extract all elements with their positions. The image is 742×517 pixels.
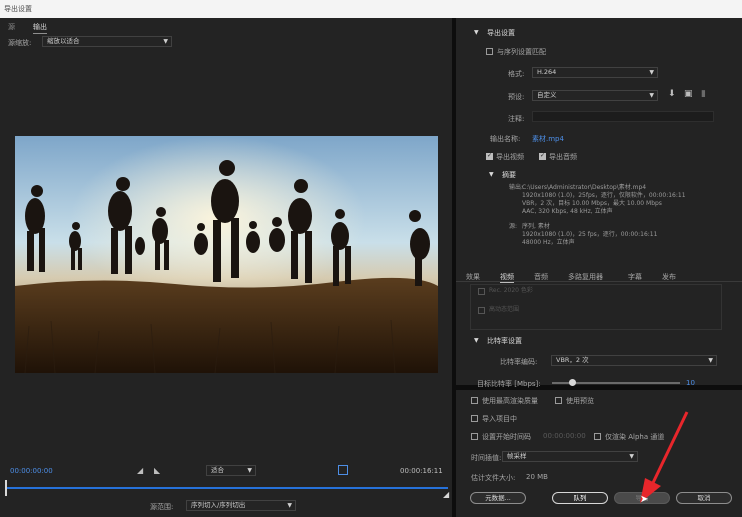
export-audio-label: 导出音频 [549,153,577,161]
collapse-icon[interactable]: ▼ [474,337,479,344]
max-render-quality-label: 使用最高渲染质量 [482,397,538,405]
chevron-down-icon: ▼ [287,502,292,509]
use-previews-label: 使用预览 [566,397,594,405]
video-preview [15,136,438,373]
hdr-checkbox [478,307,485,314]
output-name-label: 输出名称: [490,135,521,143]
duration-timecode: 00:00:16:11 [400,467,443,475]
bitrate-title: 比特率设置 [487,337,522,345]
summary-output-line: AAC, 320 Kbps, 48 kHz, 立体声 [522,208,613,215]
match-sequence-label: 与序列设置匹配 [497,48,546,56]
tab-publish[interactable]: 发布 [662,272,676,282]
chevron-down-icon: ▼ [649,69,654,76]
target-bitrate-value[interactable]: 10 [686,379,695,387]
summary-title: 摘要 [502,171,516,179]
playhead[interactable] [5,480,11,496]
fit-dropdown[interactable]: 适合 ▼ [206,465,256,476]
target-bitrate-label: 目标比特率 [Mbps]: [477,380,541,388]
current-timecode[interactable]: 00:00:00:00 [10,467,53,475]
comments-label: 注释: [508,115,525,123]
preset-dropdown[interactable]: 自定义 ▼ [532,90,658,101]
tab-captions[interactable]: 字幕 [628,272,642,282]
source-scaling-label: 源缩放: [8,39,32,47]
aspect-ratio-icon[interactable] [338,465,348,475]
source-range-dropdown[interactable]: 序列切入/序列切出 ▼ [186,500,296,511]
time-interpolation-label: 时间插值: [471,454,502,462]
tab-effects[interactable]: 效果 [466,272,480,282]
set-start-timecode-checkbox[interactable] [471,433,478,440]
estimated-size-value: 20 MB [526,473,548,481]
tab-multiplexer[interactable]: 多路复用器 [568,272,603,282]
render-alpha-only-label: 仅渲染 Alpha 通道 [605,433,665,441]
export-video-checkbox[interactable] [486,152,493,160]
preset-label: 预设: [508,93,525,101]
set-in-point-icon[interactable]: ◢ [137,466,143,475]
match-sequence-checkbox[interactable] [486,48,493,55]
window-title: 导出设置 [4,5,32,13]
chevron-down-icon: ▼ [708,357,713,364]
import-into-project-label: 导入项目中 [482,415,517,423]
comments-input[interactable] [532,111,714,122]
chevron-down-icon: ▼ [629,453,634,460]
chevron-down-icon: ▼ [163,38,168,45]
format-value: H.264 [537,68,557,76]
queue-button[interactable]: 队列 [552,492,608,504]
timeline-bar[interactable] [7,487,448,489]
start-timecode-value[interactable]: 00:00:00:00 [543,432,586,440]
window-titlebar: 导出设置 [0,0,742,18]
summary-source-line: 序列, 素材 [522,223,550,230]
export-audio-checkbox[interactable] [539,152,546,160]
chevron-down-icon: ▼ [247,467,252,474]
estimated-size-label: 估计文件大小: [471,474,516,482]
mouse-cursor-icon: ➤ [640,494,649,505]
format-label: 格式: [508,70,525,78]
summary-source-line: 48000 Hz，立体声 [522,239,575,246]
cancel-button[interactable]: 取消 [676,492,732,504]
preset-value: 自定义 [537,91,557,99]
tab-source[interactable]: 源 [8,22,15,32]
delete-preset-icon[interactable]: ▮ [701,89,706,99]
bitrate-encoding-dropdown[interactable]: VBR，2 次 ▼ [551,355,717,366]
max-render-quality-checkbox[interactable] [471,397,478,404]
hdr-label: 高动态范围 [489,306,520,313]
fit-value: 适合 [211,466,224,474]
summary-output-line: VBR，2 次，目标 10.00 Mbps，最大 10.00 Mbps [522,200,662,207]
set-start-timecode-label: 设置开始时间码 [482,433,531,441]
source-scaling-dropdown[interactable]: 缩放以适合 ▼ [42,36,172,47]
summary-source-line: 1920x1080 (1.0)，25 fps，逐行，00:00:16:11 [522,231,658,238]
bitrate-encoding-label: 比特率编码: [500,358,538,366]
use-previews-checkbox[interactable] [555,397,562,404]
bitrate-encoding-value: VBR，2 次 [556,356,589,364]
collapse-icon[interactable]: ▼ [474,29,479,36]
time-interpolation-value: 帧采样 [507,452,527,460]
summary-output-line: C:\Users\Administrator\Desktop\素材.mp4 [522,184,647,191]
source-range-value: 序列切入/序列切出 [191,501,246,509]
tab-output[interactable]: 输出 [33,22,47,34]
tab-video[interactable]: 视频 [500,272,514,283]
import-preset-icon[interactable]: ▣ [684,89,693,99]
metadata-button[interactable]: 元数据... [470,492,526,504]
collapse-icon[interactable]: ▼ [489,171,494,178]
save-preset-icon[interactable]: ⬇ [668,89,676,99]
tab-audio[interactable]: 音频 [534,272,548,282]
source-range-label: 源范围: [150,503,174,511]
summary-output-line: 1920x1080 (1.0)，25fps，逐行，仅限软件，00:00:16:1… [522,192,686,199]
set-out-point-icon[interactable]: ◣ [154,466,160,475]
export-settings-title: 导出设置 [487,29,515,37]
rec2020-checkbox [478,288,485,295]
output-name-link[interactable]: 素材.mp4 [532,134,564,144]
chevron-down-icon: ▼ [649,92,654,99]
summary-source-label: 源: [509,223,518,230]
export-video-label: 导出视频 [496,153,524,161]
render-alpha-only-checkbox[interactable] [594,433,601,440]
import-into-project-checkbox[interactable] [471,415,478,422]
time-interpolation-dropdown[interactable]: 帧采样 ▼ [502,451,638,462]
rec2020-label: Rec. 2020 色彩 [489,287,533,294]
summary-output-label: 输出: [509,184,524,191]
out-point-marker[interactable]: ◢ [443,490,449,499]
format-dropdown[interactable]: H.264 ▼ [532,67,658,78]
source-scaling-value: 缩放以适合 [47,37,80,45]
